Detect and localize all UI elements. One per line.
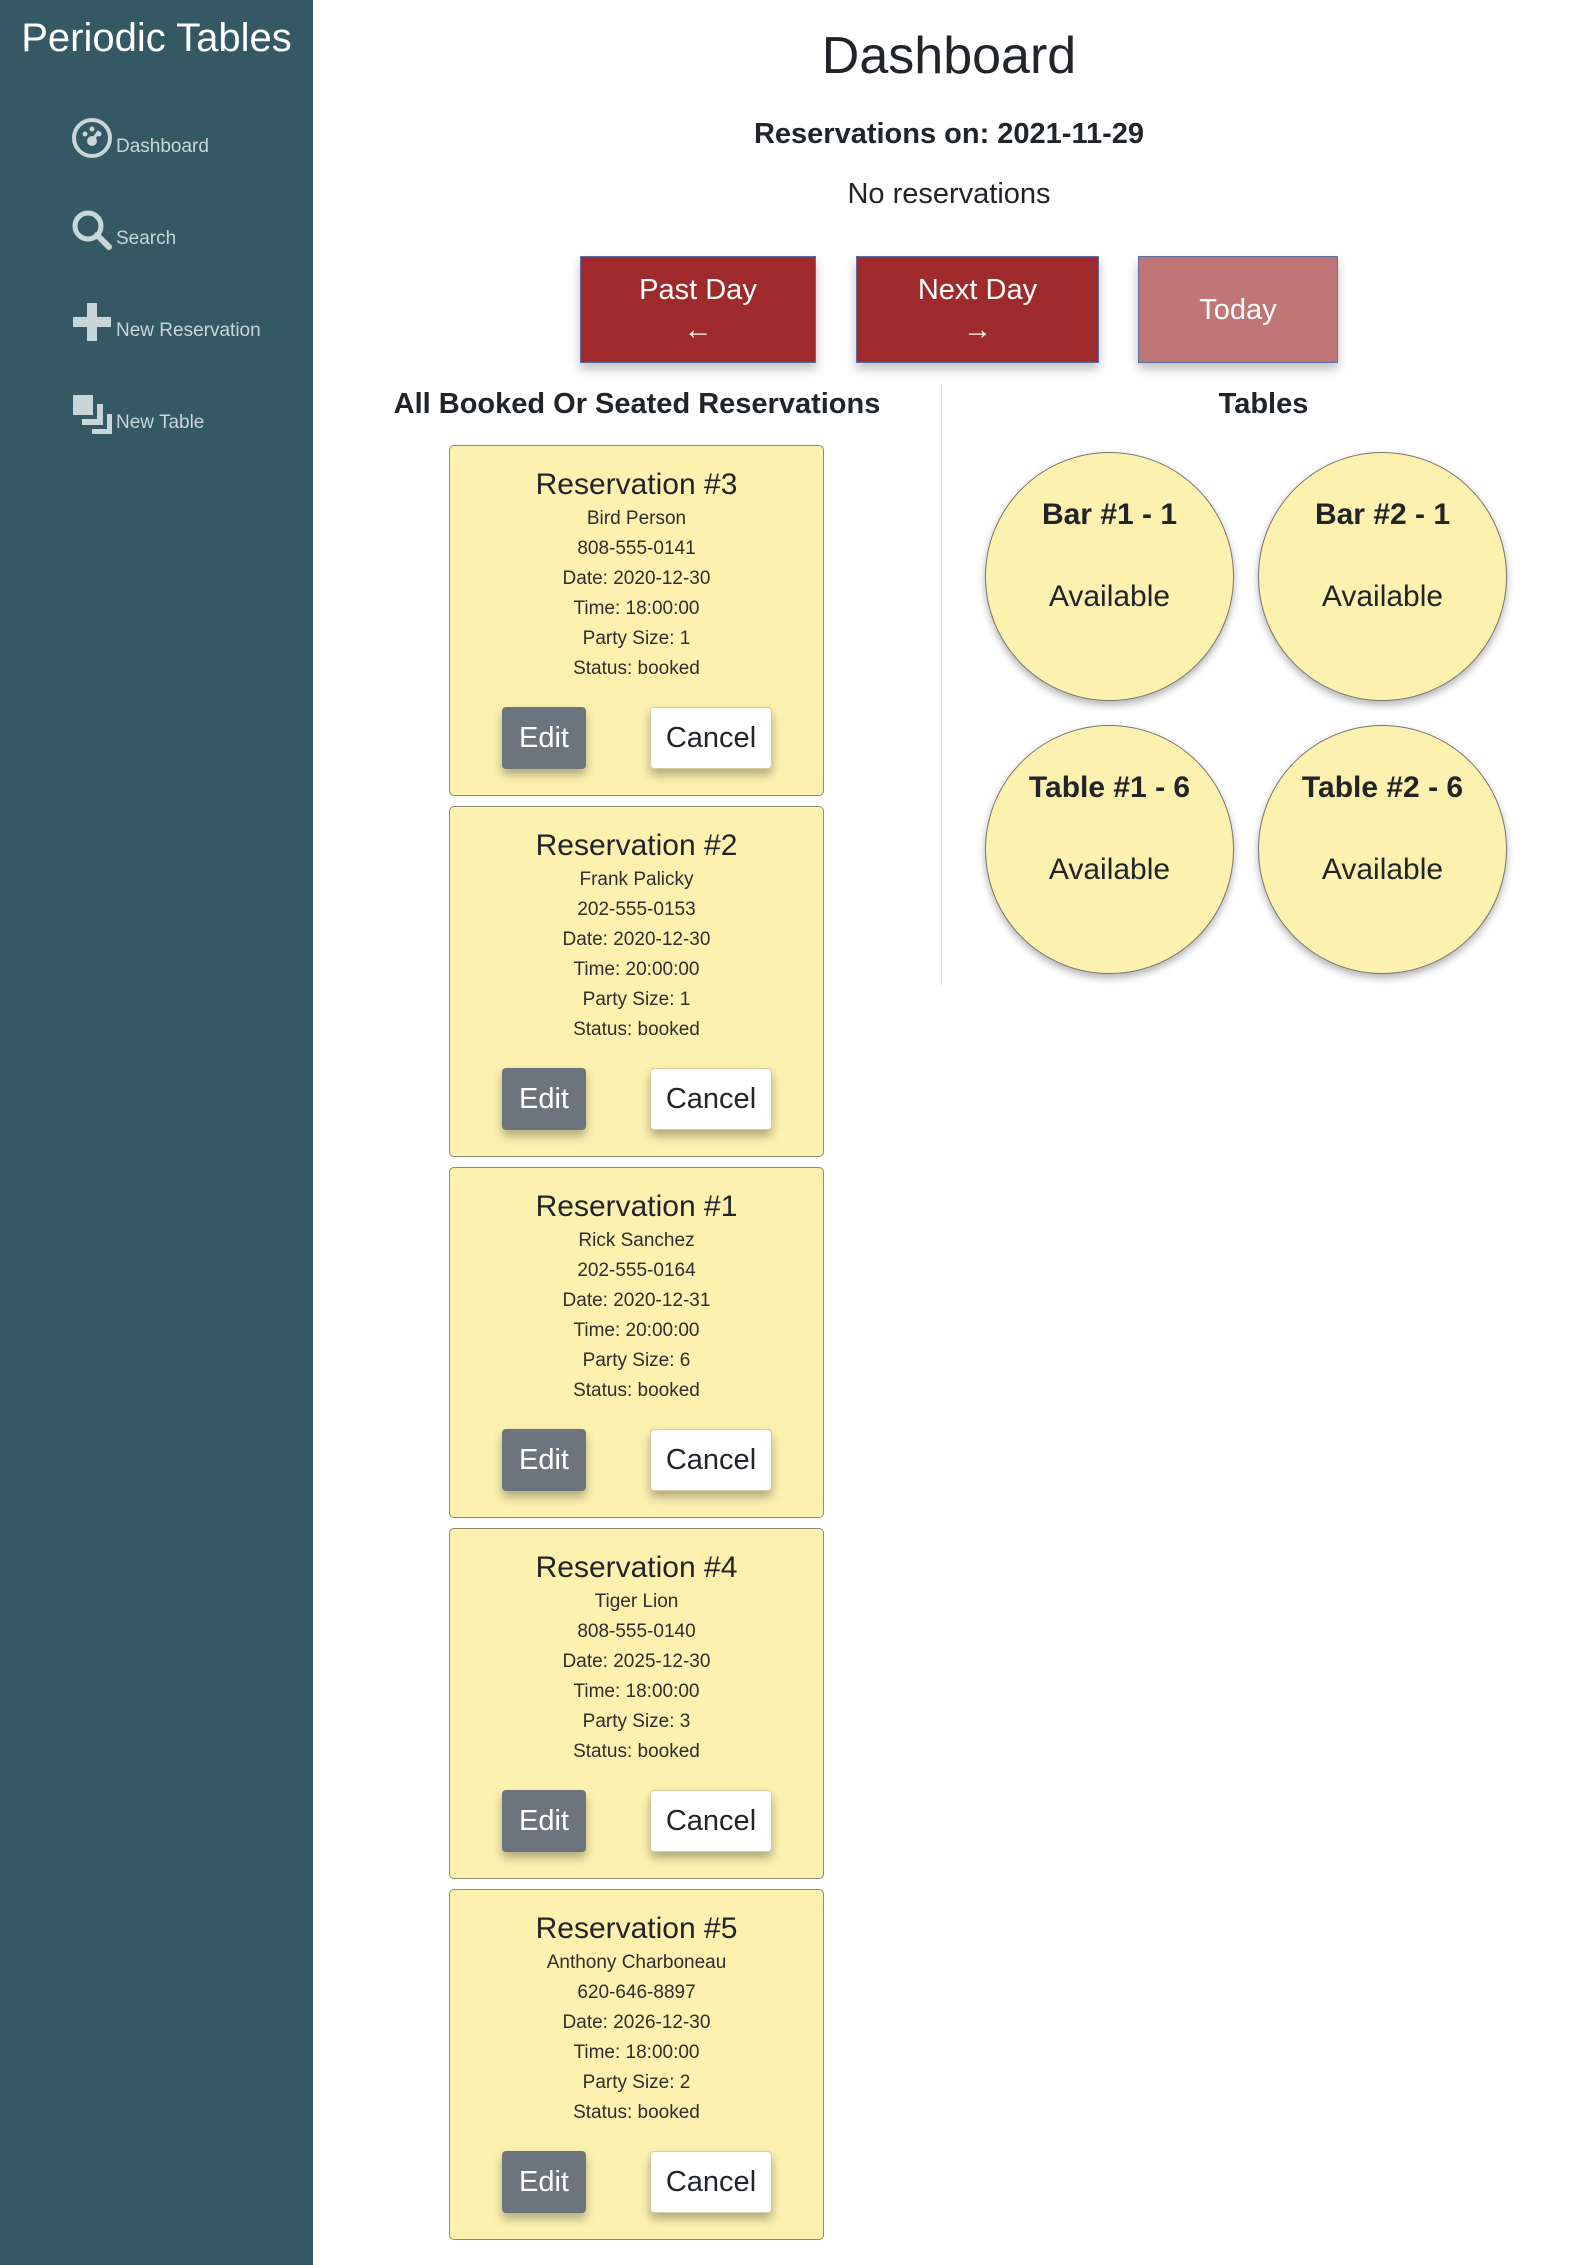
table-status: Available <box>1321 580 1444 613</box>
reservation-status: Status: booked <box>573 1741 700 1762</box>
reservation-party-size: Party Size: 2 <box>582 2072 691 2093</box>
reservation-party-size: Party Size: 3 <box>582 1711 691 1732</box>
sidebar-item-dashboard[interactable]: Dashboard <box>70 100 209 160</box>
cancel-button[interactable]: Cancel <box>650 2151 772 2213</box>
table-name: Bar #2 - 1 <box>1314 498 1451 531</box>
main-content: Dashboard Reservations on: 2021-11-29 No… <box>313 0 1585 2265</box>
table-name: Table #1 - 6 <box>1028 771 1191 804</box>
reservation-name: Anthony Charboneau <box>546 1952 727 1973</box>
reservation-status: Status: booked <box>573 1380 700 1401</box>
reservations-heading: All Booked Or Seated Reservations <box>393 388 881 420</box>
cancel-button[interactable]: Cancel <box>650 1429 772 1491</box>
table-name: Bar #1 - 1 <box>1041 498 1178 531</box>
next-day-button[interactable]: Next Day → <box>856 256 1099 363</box>
arrow-right-icon: → <box>963 313 992 346</box>
sidebar-item-label: New Table <box>116 412 205 433</box>
table-card: Bar #2 - 1 Available <box>1258 452 1507 701</box>
reservation-phone: 808-555-0140 <box>577 1621 696 1642</box>
search-icon <box>70 208 114 252</box>
edit-button[interactable]: Edit <box>502 1068 586 1130</box>
edit-button[interactable]: Edit <box>502 1429 586 1491</box>
sidebar-item-label: Dashboard <box>116 136 209 157</box>
table-status: Available <box>1048 853 1171 886</box>
table-status: Available <box>1048 580 1171 613</box>
cancel-button[interactable]: Cancel <box>650 707 772 769</box>
page-title: Dashboard <box>821 27 1077 85</box>
reservation-status: Status: booked <box>573 658 700 679</box>
table-name: Table #2 - 6 <box>1301 771 1464 804</box>
today-label: Today <box>1199 293 1277 326</box>
sidebar-item-new-reservation[interactable]: New Reservation <box>70 284 261 344</box>
reservation-date: Date: 2025-12-30 <box>562 1651 711 1672</box>
reservation-name: Tiger Lion <box>594 1591 679 1612</box>
reservation-time: Time: 18:00:00 <box>573 1681 700 1702</box>
sidebar-item-search[interactable]: Search <box>70 192 176 252</box>
no-reservations-message: No reservations <box>847 178 1051 210</box>
reservation-phone: 808-555-0141 <box>577 538 696 559</box>
reservation-name: Frank Palicky <box>579 869 694 890</box>
brand-title[interactable]: Periodic Tables <box>0 10 313 66</box>
reservation-party-size: Party Size: 1 <box>582 989 691 1010</box>
today-button[interactable]: Today <box>1138 256 1338 363</box>
reservation-name: Bird Person <box>586 508 687 529</box>
reservation-title: Reservation #2 <box>535 829 738 862</box>
reservation-name: Rick Sanchez <box>578 1230 695 1251</box>
reservation-time: Time: 20:00:00 <box>573 959 700 980</box>
reservation-party-size: Party Size: 1 <box>582 628 691 649</box>
reservation-card: Reservation #4 Tiger Lion 808-555-0140 D… <box>449 1528 824 1879</box>
cancel-button[interactable]: Cancel <box>650 1068 772 1130</box>
reservations-date: Reservations on: 2021-11-29 <box>753 118 1145 150</box>
reservation-phone: 202-555-0153 <box>577 899 696 920</box>
table-status: Available <box>1321 853 1444 886</box>
past-day-button[interactable]: Past Day ← <box>580 256 816 363</box>
reservation-card: Reservation #1 Rick Sanchez 202-555-0164… <box>449 1167 824 1518</box>
sidebar-item-label: New Reservation <box>116 320 261 341</box>
sidebar-item-new-table[interactable]: New Table <box>70 376 204 436</box>
edit-button[interactable]: Edit <box>502 2151 586 2213</box>
reservation-status: Status: booked <box>573 2102 700 2123</box>
cancel-button[interactable]: Cancel <box>650 1790 772 1852</box>
reservation-title: Reservation #5 <box>535 1912 738 1945</box>
reservation-time: Time: 18:00:00 <box>573 598 700 619</box>
dashboard-icon <box>70 116 114 160</box>
table-card: Bar #1 - 1 Available <box>985 452 1234 701</box>
column-divider <box>941 384 942 986</box>
next-day-label: Next Day <box>917 273 1038 306</box>
reservation-time: Time: 20:00:00 <box>573 1320 700 1341</box>
reservation-title: Reservation #3 <box>535 468 738 501</box>
reservation-phone: 202-555-0164 <box>577 1260 696 1281</box>
reservation-card: Reservation #2 Frank Palicky 202-555-015… <box>449 806 824 1157</box>
reservation-status: Status: booked <box>573 1019 700 1040</box>
sidebar: Periodic Tables Dashboard Search New Res… <box>0 0 313 2265</box>
reservation-date: Date: 2020-12-30 <box>562 929 711 950</box>
reservation-phone: 620-646-8897 <box>577 1982 696 2003</box>
plus-icon <box>70 300 114 344</box>
reservation-card: Reservation #5 Anthony Charboneau 620-64… <box>449 1889 824 2240</box>
reservation-card: Reservation #3 Bird Person 808-555-0141 … <box>449 445 824 796</box>
table-card: Table #1 - 6 Available <box>985 725 1234 974</box>
reservation-time: Time: 18:00:00 <box>573 2042 700 2063</box>
past-day-label: Past Day <box>639 273 757 306</box>
sidebar-item-label: Search <box>116 228 177 249</box>
reservation-title: Reservation #1 <box>535 1190 738 1223</box>
reservation-party-size: Party Size: 6 <box>582 1350 691 1371</box>
edit-button[interactable]: Edit <box>502 707 586 769</box>
arrow-left-icon: ← <box>683 313 713 346</box>
edit-button[interactable]: Edit <box>502 1790 586 1852</box>
reservation-date: Date: 2020-12-30 <box>562 568 711 589</box>
layers-icon <box>70 392 114 436</box>
table-card: Table #2 - 6 Available <box>1258 725 1507 974</box>
reservation-date: Date: 2020-12-31 <box>562 1290 711 1311</box>
reservation-date: Date: 2026-12-30 <box>562 2012 711 2033</box>
reservation-title: Reservation #4 <box>535 1551 738 1584</box>
tables-heading: Tables <box>1218 388 1309 420</box>
